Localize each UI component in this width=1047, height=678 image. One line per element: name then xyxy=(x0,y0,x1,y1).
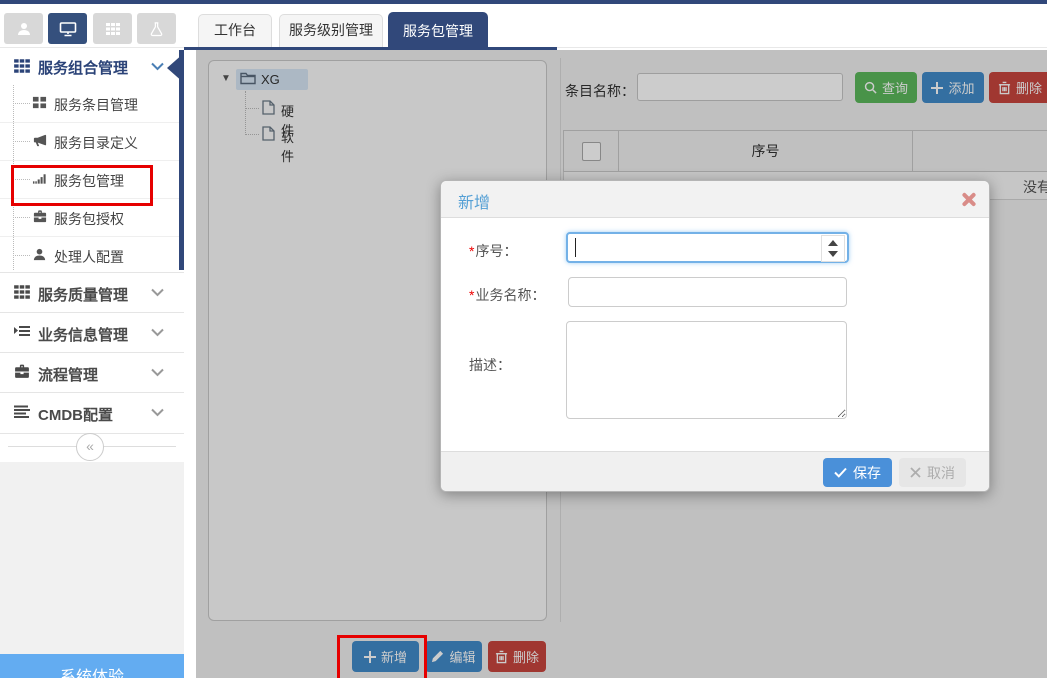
sidebar-item-label: 服务目录定义 xyxy=(54,133,138,153)
lines-icon xyxy=(13,403,31,419)
business-name-field-label: *业务名称： xyxy=(469,285,545,305)
button-label: 取消 xyxy=(927,463,955,483)
tree-connector xyxy=(13,255,30,256)
seq-field-label: *序号： xyxy=(469,241,517,261)
section-label: CMDB配置 xyxy=(38,404,113,425)
active-section-bar xyxy=(179,50,184,270)
flask-icon-button[interactable] xyxy=(137,13,176,44)
section-label: 服务质量管理 xyxy=(38,284,128,305)
x-icon xyxy=(910,467,921,478)
annotation-box-add-button xyxy=(337,635,427,678)
briefcase-icon xyxy=(13,363,31,380)
required-mark: * xyxy=(469,287,474,303)
description-field-label: 描述： xyxy=(469,355,511,375)
sidebar-section-service-composition[interactable]: 服务组合管理 xyxy=(0,50,184,84)
chevron-down-icon xyxy=(151,62,164,71)
description-textarea[interactable] xyxy=(566,321,847,419)
sidebar-item-handler-config[interactable]: 处理人配置 xyxy=(0,237,179,274)
chevron-down-icon xyxy=(151,328,164,337)
sidebar-item-label: 服务包授权 xyxy=(54,209,124,229)
chevron-down-icon xyxy=(151,408,164,417)
grid-icon xyxy=(13,57,31,75)
app-window: 工作台 服务级别管理 服务包管理 服务组合管理 xyxy=(0,0,1047,678)
required-mark: * xyxy=(469,243,474,259)
sidebar: 服务组合管理 服务条目管理 服务目录定义 xyxy=(0,50,184,678)
text-caret xyxy=(575,238,576,257)
chevron-down-icon xyxy=(151,288,164,297)
tab-workbench[interactable]: 工作台 xyxy=(198,14,272,47)
list-icon xyxy=(13,323,31,339)
button-label: 保存 xyxy=(853,463,881,483)
spinner-up-icon[interactable] xyxy=(828,240,838,246)
sidebar-item-label: 服务条目管理 xyxy=(54,95,138,115)
section-label: 业务信息管理 xyxy=(38,324,128,345)
user-icon-button[interactable] xyxy=(4,13,43,44)
check-icon xyxy=(834,467,847,478)
grid-icon xyxy=(13,283,31,301)
dialog-title: 新增 xyxy=(458,189,490,213)
tree-connector xyxy=(13,141,30,142)
flask-icon xyxy=(149,21,164,37)
monitor-icon-button[interactable] xyxy=(48,13,87,44)
section-label: 服务组合管理 xyxy=(38,57,128,78)
field-label-text: 描述： xyxy=(469,357,511,373)
grid4-icon xyxy=(32,95,47,110)
chevron-down-icon xyxy=(151,368,164,377)
briefcase-icon xyxy=(32,209,48,224)
monitor-icon xyxy=(59,21,77,37)
tree-connector xyxy=(13,103,30,104)
collapse-icon: « xyxy=(86,438,94,454)
sidebar-section-service-quality[interactable]: 服务质量管理 xyxy=(0,272,184,313)
close-icon[interactable] xyxy=(961,192,976,207)
tab-service-package[interactable]: 服务包管理 xyxy=(388,12,488,49)
tree-connector xyxy=(13,217,30,218)
section-label: 流程管理 xyxy=(38,364,98,385)
dialog-footer: 保存 取消 xyxy=(441,451,989,491)
sidebar-section-process-mgmt[interactable]: 流程管理 xyxy=(0,352,184,393)
sidebar-section-cmdb-config[interactable]: CMDB配置 xyxy=(0,392,184,434)
save-button[interactable]: 保存 xyxy=(823,458,892,487)
sidebar-item-label: 处理人配置 xyxy=(54,247,124,267)
field-label-text: 业务名称： xyxy=(475,287,545,303)
field-label-text: 序号： xyxy=(475,243,517,259)
grid-icon-button[interactable] xyxy=(93,13,132,44)
number-spinner[interactable] xyxy=(821,235,845,262)
person-icon xyxy=(32,247,47,262)
user-icon xyxy=(16,21,32,37)
sidebar-section-business-info[interactable]: 业务信息管理 xyxy=(0,312,184,353)
tab-label: 服务级别管理 xyxy=(289,22,373,38)
spinner-down-icon[interactable] xyxy=(828,251,838,257)
business-name-input[interactable] xyxy=(568,277,847,307)
tab-label: 服务包管理 xyxy=(403,23,473,39)
dialog-header[interactable]: 新增 xyxy=(441,181,989,218)
cancel-button[interactable]: 取消 xyxy=(899,458,966,487)
system-experience-button[interactable]: 系统体验 xyxy=(0,654,184,678)
sidebar-item-service-catalog-def[interactable]: 服务目录定义 xyxy=(0,123,179,161)
tab-label: 工作台 xyxy=(214,22,256,38)
new-entry-dialog: 新增 *序号： *业务名称： 描述： 保存 xyxy=(440,180,990,492)
sidebar-item-service-entry-mgmt[interactable]: 服务条目管理 xyxy=(0,85,179,123)
grid-icon xyxy=(105,21,121,37)
footer-label: 系统体验 xyxy=(60,663,124,678)
annotation-box-sidebar-service-package xyxy=(11,165,153,206)
megaphone-icon xyxy=(32,133,48,148)
seq-number-input[interactable] xyxy=(566,232,849,263)
tab-service-level[interactable]: 服务级别管理 xyxy=(279,14,383,47)
sidebar-collapse-button[interactable]: « xyxy=(76,433,104,461)
top-toolbar: 工作台 服务级别管理 服务包管理 xyxy=(0,4,1047,48)
